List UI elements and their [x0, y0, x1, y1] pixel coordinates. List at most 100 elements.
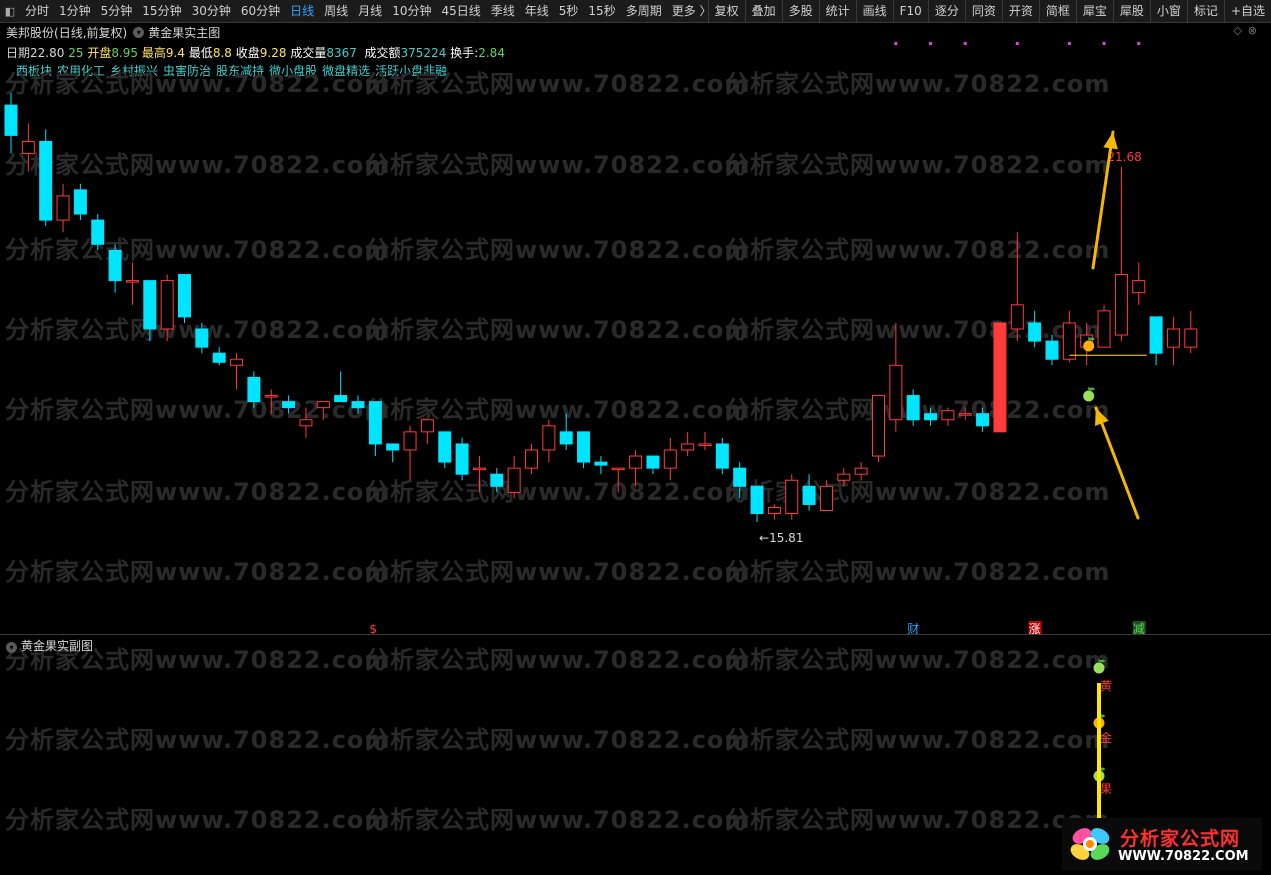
- candle: [1149, 316, 1163, 366]
- candle: [230, 353, 244, 390]
- flower-logo-icon: [1070, 828, 1110, 860]
- candle: [351, 395, 365, 414]
- candle: [629, 450, 643, 487]
- arrow-head-icon: [1103, 132, 1118, 150]
- candle-body: [438, 431, 452, 463]
- candle: [1010, 232, 1024, 342]
- candle-body: [924, 413, 938, 421]
- candle: [490, 468, 504, 493]
- candle-body: [525, 449, 538, 469]
- candle-body: [316, 401, 330, 409]
- candle: [368, 401, 382, 457]
- candle-body: [698, 443, 712, 446]
- candle-body: [91, 219, 105, 245]
- marker-dot: [1137, 42, 1141, 45]
- candle: [941, 407, 955, 426]
- candle: [1132, 262, 1146, 305]
- sub-chart-label: 金: [1100, 730, 1112, 745]
- candle-body: [750, 485, 764, 515]
- fruit-body: [1083, 390, 1095, 402]
- candle-body: [455, 443, 469, 475]
- candle-body: [125, 280, 139, 283]
- candle-body: [212, 352, 226, 363]
- candle: [854, 462, 868, 481]
- candle: [455, 437, 469, 481]
- candle-body: [594, 461, 608, 466]
- candle: [386, 443, 400, 463]
- marker-dot: [929, 42, 933, 45]
- candle-body: [403, 431, 417, 451]
- candlestick-chart[interactable]: 21.68←15.81$ 财涨减 黄金果: [0, 0, 1271, 875]
- logo-title: 分析家公式网: [1120, 828, 1241, 850]
- candle: [976, 407, 990, 432]
- candle-body: [958, 413, 972, 416]
- candle-body: [282, 401, 296, 409]
- candle: [889, 322, 903, 432]
- site-logo: 分析家公式网 WWW.70822.COM: [1062, 818, 1262, 870]
- overlays: 21.68←15.81$ 财涨减: [369, 130, 1147, 782]
- candle: [282, 395, 296, 414]
- candle: [577, 431, 591, 469]
- candle: [264, 389, 278, 414]
- green-fruit-icon: [1093, 659, 1105, 674]
- candle-body: [351, 401, 365, 409]
- candle: [663, 437, 677, 481]
- candle: [1028, 310, 1042, 348]
- candle-body: [785, 479, 799, 515]
- candle-body: [819, 485, 833, 511]
- candle: [247, 371, 261, 408]
- candle-body: [802, 485, 816, 505]
- candle-body: [611, 467, 625, 471]
- marker-dot: [1102, 42, 1106, 45]
- sub-bar: [1097, 683, 1101, 818]
- candle: [73, 183, 87, 221]
- fruit-leaf: [1088, 387, 1095, 391]
- candle: [1097, 304, 1111, 348]
- candle: [403, 425, 417, 481]
- candle-body: [230, 358, 244, 366]
- candle-body: [872, 395, 885, 457]
- candle: [39, 129, 53, 227]
- chevron-down-icon[interactable]: ▾: [6, 642, 17, 653]
- candle: [715, 437, 729, 475]
- candle-body: [1184, 328, 1198, 348]
- candle: [125, 262, 139, 305]
- candle: [212, 347, 226, 366]
- candle-body: [368, 401, 382, 445]
- high-price-label: 21.68: [1107, 150, 1141, 164]
- candle-body: [178, 274, 191, 318]
- candle-body: [472, 467, 486, 471]
- candle-body: [906, 395, 920, 421]
- candle: [750, 485, 764, 522]
- candle-body: [420, 419, 434, 433]
- candle-body: [837, 473, 851, 481]
- candle-body: [854, 467, 868, 475]
- sub-indicator-name[interactable]: 黄金果实副图: [21, 639, 93, 653]
- candle-body: [941, 410, 955, 421]
- candle: [542, 419, 556, 463]
- candle: [993, 322, 1007, 433]
- candle-body: [21, 140, 35, 155]
- panel-divider[interactable]: [0, 634, 1271, 635]
- candle: [1166, 316, 1180, 366]
- candle: [698, 431, 712, 450]
- logo-url: WWW.70822.COM: [1118, 849, 1249, 864]
- candle: [21, 123, 35, 172]
- candle: [507, 456, 521, 499]
- candle-body: [577, 431, 591, 463]
- candle: [819, 480, 833, 511]
- candle-body: [386, 443, 400, 451]
- top-markers: [894, 42, 1141, 45]
- arrow-head-icon: [1095, 408, 1109, 426]
- fruit-leaf: [1099, 659, 1105, 663]
- candle: [420, 419, 434, 444]
- candle-body: [334, 395, 348, 403]
- candle: [4, 93, 18, 154]
- candle: [178, 274, 191, 323]
- fruit-leaf: [1088, 337, 1095, 341]
- candle-body: [889, 364, 903, 421]
- candle-body: [56, 195, 70, 221]
- candle: [872, 395, 885, 463]
- candle-body: [4, 104, 18, 136]
- candle-body: [663, 449, 677, 469]
